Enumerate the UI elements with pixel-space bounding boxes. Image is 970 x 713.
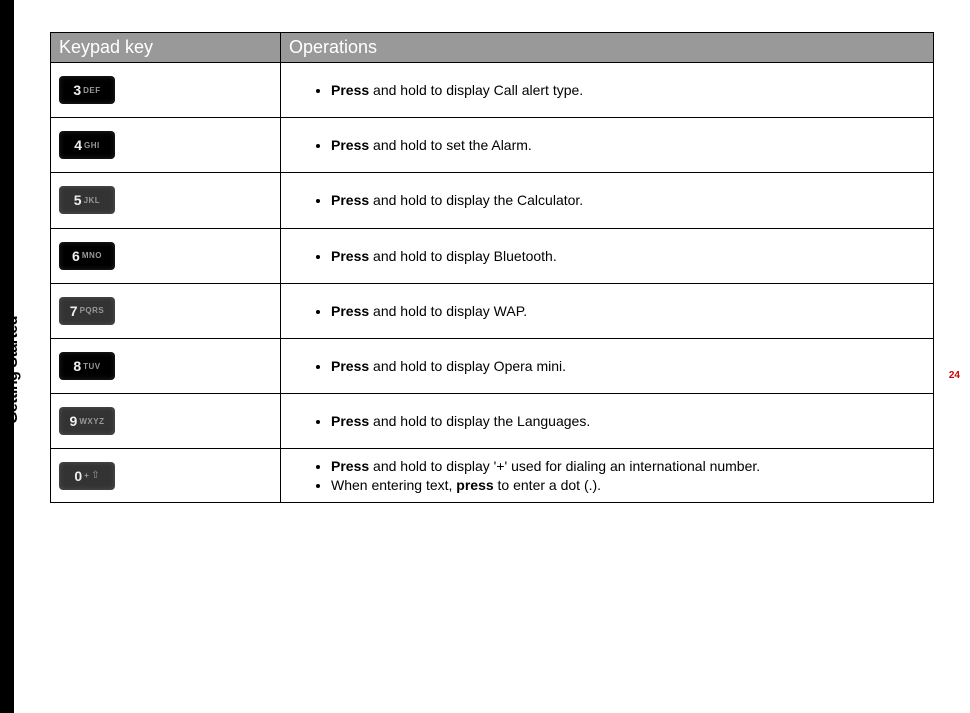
operations-cell: Press and hold to set the Alarm. [281, 118, 934, 173]
key-letters: JKL [84, 196, 101, 205]
operations-cell: Press and hold to display Opera mini. [281, 338, 934, 393]
key-cell: 6MNO [51, 228, 281, 283]
key-digit: 0 [74, 468, 82, 484]
key-cell: 4GHI [51, 118, 281, 173]
key-cell: 3DEF [51, 63, 281, 118]
key-cell: 8TUV [51, 338, 281, 393]
operations-list: Press and hold to display Bluetooth. [289, 247, 925, 265]
key-digit: 7 [70, 303, 78, 319]
op-text-pre: When entering text, [331, 477, 456, 493]
table-row: 3DEF Press and hold to display Call alert… [51, 63, 934, 118]
op-text-rest: to enter a dot (.). [494, 477, 601, 493]
operations-list: Press and hold to set the Alarm. [289, 136, 925, 154]
table-header-row: Keypad key Operations [51, 33, 934, 63]
operations-cell: Press and hold to display the Calculator… [281, 173, 934, 228]
op-text-rest: and hold to display WAP. [369, 303, 527, 319]
op-text-bold: Press [331, 82, 369, 98]
operations-list: Press and hold to display '+' used for d… [289, 457, 925, 493]
op-text-bold: Press [331, 358, 369, 374]
table-row: 8TUV Press and hold to display Opera mini… [51, 338, 934, 393]
operations-cell: Press and hold to display Call alert typ… [281, 63, 934, 118]
operations-list: Press and hold to display the Calculator… [289, 191, 925, 209]
table-row: 0+⇧ Press and hold to display '+' used fo… [51, 449, 934, 502]
key-letters: PQRS [80, 306, 105, 315]
op-text-rest: and hold to display '+' used for dialing… [369, 458, 760, 474]
keypad-key-icon: 8TUV [59, 352, 115, 380]
operations-list: Press and hold to display WAP. [289, 302, 925, 320]
operations-list: Press and hold to display Opera mini. [289, 357, 925, 375]
operation-item: When entering text, press to enter a dot… [331, 476, 925, 494]
op-text-rest: and hold to display the Calculator. [369, 192, 583, 208]
op-text-bold: Press [331, 248, 369, 264]
op-text-bold: Press [331, 458, 369, 474]
section-label: Getting Started [4, 270, 22, 470]
keypad-key-icon: 7PQRS [59, 297, 115, 325]
key-letters: WXYZ [79, 417, 104, 426]
key-digit: 6 [72, 248, 80, 264]
operations-list: Press and hold to display the Languages. [289, 412, 925, 430]
keypad-key-icon: 5JKL [59, 186, 115, 214]
operations-cell: Press and hold to display the Languages. [281, 394, 934, 449]
op-text-rest: and hold to display Call alert type. [369, 82, 583, 98]
keypad-table: Keypad key Operations 3DEF Press and hold… [50, 32, 934, 503]
operation-item: Press and hold to display Bluetooth. [331, 247, 925, 265]
operation-item: Press and hold to display Opera mini. [331, 357, 925, 375]
op-text-rest: and hold to display Bluetooth. [369, 248, 557, 264]
key-letters: + [84, 471, 89, 480]
keypad-key-icon: 9WXYZ [59, 407, 115, 435]
content-area: Keypad key Operations 3DEF Press and hold… [50, 32, 934, 503]
operation-item: Press and hold to set the Alarm. [331, 136, 925, 154]
key-digit: 5 [74, 192, 82, 208]
key-cell: 7PQRS [51, 283, 281, 338]
key-cell: 0+⇧ [51, 449, 281, 502]
operation-item: Press and hold to display the Calculator… [331, 191, 925, 209]
table-row: 6MNO Press and hold to display Bluetooth. [51, 228, 934, 283]
operation-item: Press and hold to display the Languages. [331, 412, 925, 430]
key-letters: MNO [82, 251, 102, 260]
op-text-bold: Press [331, 192, 369, 208]
page-number: 24 [949, 370, 960, 381]
keypad-key-icon: 0+⇧ [59, 462, 115, 490]
key-cell: 9WXYZ [51, 394, 281, 449]
operations-cell: Press and hold to display '+' used for d… [281, 449, 934, 502]
table-row: 5JKL Press and hold to display the Calcul… [51, 173, 934, 228]
op-text-bold: Press [331, 413, 369, 429]
operations-list: Press and hold to display Call alert typ… [289, 81, 925, 99]
operation-item: Press and hold to display '+' used for d… [331, 457, 925, 475]
operation-item: Press and hold to display Call alert typ… [331, 81, 925, 99]
header-operations: Operations [281, 33, 934, 63]
op-text-rest: and hold to set the Alarm. [369, 137, 532, 153]
header-keypad-key: Keypad key [51, 33, 281, 63]
operations-cell: Press and hold to display Bluetooth. [281, 228, 934, 283]
key-digit: 9 [70, 413, 78, 429]
op-text-bold: Press [331, 137, 369, 153]
key-digit: 8 [73, 358, 81, 374]
shift-arrow-icon: ⇧ [91, 470, 99, 481]
key-letters: TUV [83, 362, 101, 371]
keypad-key-icon: 4GHI [59, 131, 115, 159]
key-cell: 5JKL [51, 173, 281, 228]
operations-cell: Press and hold to display WAP. [281, 283, 934, 338]
operation-item: Press and hold to display WAP. [331, 302, 925, 320]
table-row: 7PQRS Press and hold to display WAP. [51, 283, 934, 338]
key-digit: 3 [73, 82, 81, 98]
op-text-rest: and hold to display the Languages. [369, 413, 590, 429]
key-digit: 4 [74, 137, 82, 153]
op-text-rest: and hold to display Opera mini. [369, 358, 566, 374]
table-row: 9WXYZ Press and hold to display the Langu… [51, 394, 934, 449]
table-row: 4GHI Press and hold to set the Alarm. [51, 118, 934, 173]
op-text-bold: press [456, 477, 493, 493]
op-text-bold: Press [331, 303, 369, 319]
keypad-key-icon: 6MNO [59, 242, 115, 270]
key-letters: DEF [83, 86, 101, 95]
keypad-key-icon: 3DEF [59, 76, 115, 104]
key-letters: GHI [84, 141, 100, 150]
